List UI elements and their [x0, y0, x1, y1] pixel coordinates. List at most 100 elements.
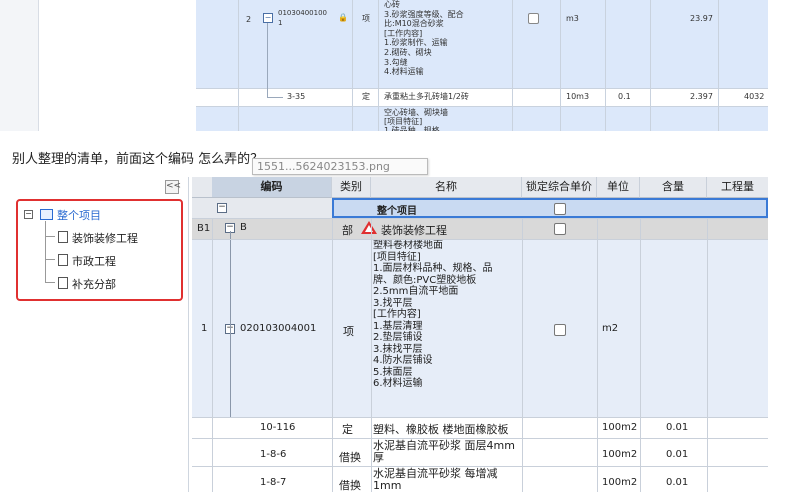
sub-name: 塑料、橡胶板 楼地面橡胶板	[373, 423, 509, 436]
tree-connector	[45, 221, 46, 283]
section-name: 装饰装修工程	[381, 224, 447, 237]
header-code[interactable]: 编码	[212, 177, 332, 198]
grid-line	[192, 239, 768, 240]
project-tree-panel: << − 整个项目 装饰装修工程 市政工程 补充分部	[0, 177, 189, 492]
page-icon	[58, 254, 68, 266]
tree-item-supplement[interactable]: 补充分部	[58, 276, 116, 292]
grid-line	[212, 218, 213, 492]
item-unit: m2	[602, 323, 619, 334]
total-row-name: 整个项目	[377, 206, 417, 217]
tree-toggle-icon[interactable]: −	[24, 210, 33, 219]
collapse-panel-button[interactable]: <<	[165, 180, 181, 194]
tree-connector	[45, 282, 55, 283]
row-number: 1	[201, 323, 208, 334]
tree-item-label: 市政工程	[72, 255, 116, 268]
tree-item-label: 整个项目	[57, 209, 101, 222]
tree-connector	[267, 97, 283, 98]
sub-code: 1-8-6	[260, 449, 287, 460]
project-icon	[40, 209, 53, 220]
top-col-divider	[560, 0, 561, 131]
lock-price-checkbox[interactable]	[554, 223, 566, 235]
top-col-divider	[378, 0, 379, 131]
item-quantity: 23.97	[690, 14, 713, 23]
lock-price-checkbox[interactable]	[554, 324, 566, 336]
warning-icon	[361, 221, 377, 234]
section-type: 部	[342, 224, 353, 237]
grid-line	[371, 218, 372, 492]
item-unit: m3	[566, 14, 579, 23]
sub-type: 借换	[339, 479, 361, 492]
section-row[interactable]	[192, 218, 768, 239]
tree-item-decoration[interactable]: 装饰装修工程	[58, 230, 138, 246]
bill-grid: 编码 类别 名称 锁定综合单价 单位 含量 工程量 − 整个项目 B1 − B …	[192, 177, 768, 492]
header-content[interactable]: 含量	[640, 177, 707, 198]
grid-line	[192, 218, 768, 219]
sub-content: 0.1	[618, 92, 631, 101]
sub-code: 10-116	[260, 422, 296, 433]
top-col-divider	[238, 0, 239, 131]
page-icon	[58, 231, 68, 243]
grid-line	[192, 417, 768, 418]
header-lock-price[interactable]: 锁定综合单价	[522, 177, 597, 198]
sub-extra: 4032	[744, 92, 765, 101]
sub-content: 0.01	[666, 477, 689, 488]
lock-icon: 🔒	[338, 13, 348, 22]
sub-unit: 100m2	[602, 449, 638, 460]
grid-line	[707, 218, 708, 492]
item-description: 塑料卷材楼地面 [项目特征] 1.面层材料品种、规格、品 牌、颜色:PVC塑胶地…	[373, 240, 493, 389]
top-screenshot: 2 − 01030400100 1 🔒 项 心砖 3.砂浆强度等级、配合 比:M…	[0, 0, 768, 131]
sub-quantity: 2.397	[690, 92, 713, 101]
tree-item-label: 装饰装修工程	[72, 232, 138, 245]
header-unit[interactable]: 单位	[597, 177, 640, 198]
item-code: 01030400100 1	[278, 9, 327, 27]
tree-item-root[interactable]: 整个项目	[40, 207, 101, 223]
top-left-panel	[0, 0, 39, 131]
header-type[interactable]: 类别	[332, 177, 371, 198]
sub-unit: 10m3	[566, 92, 590, 101]
total-row-toggle[interactable]: −	[217, 203, 227, 213]
lock-price-checkbox[interactable]	[554, 203, 566, 215]
tree-item-label: 补充分部	[72, 278, 116, 291]
filename-tooltip: 1551...5624023153.png	[252, 158, 428, 175]
item-type: 项	[362, 14, 370, 23]
header-corner	[192, 177, 213, 198]
tree-item-municipal[interactable]: 市政工程	[58, 253, 116, 269]
lock-price-checkbox[interactable]	[528, 13, 539, 24]
sub-unit: 100m2	[602, 422, 638, 433]
item-code: 020103004001	[240, 323, 317, 334]
next-description: 空心砖墙、砌块墙 [项目特征] 1.砖品种、规格...	[384, 108, 448, 131]
sub-content: 0.01	[666, 449, 689, 460]
sub-code: 3-35	[287, 92, 306, 101]
top-col-divider	[605, 0, 606, 131]
grid-line	[640, 218, 641, 492]
total-row-left	[192, 198, 332, 218]
item-description: 心砖 3.砂浆强度等级、配合 比:M10混合砂浆 [工作内容] 1.砂浆制作、运…	[384, 0, 464, 77]
top-col-divider	[512, 0, 513, 131]
grid-line	[192, 438, 768, 439]
grid-line	[192, 466, 768, 467]
top-col-divider	[650, 0, 651, 131]
item-type: 项	[343, 325, 354, 338]
grid-line	[332, 218, 333, 492]
sub-code: 1-8-7	[260, 477, 287, 488]
row-number: 2	[246, 15, 252, 24]
sub-unit: 100m2	[602, 477, 638, 488]
sub-name: 水泥基自流平砂浆 面层4mm 厚	[373, 439, 515, 464]
grid-line	[597, 218, 598, 492]
top-col-divider	[352, 0, 353, 131]
header-name[interactable]: 名称	[371, 177, 522, 198]
tree-connector	[267, 23, 268, 97]
sub-name: 水泥基自流平砂浆 每增减 1mm	[373, 467, 498, 492]
top-col-divider	[718, 0, 719, 131]
header-quantity[interactable]: 工程量	[707, 177, 768, 198]
sub-content: 0.01	[666, 422, 689, 433]
top-next-row	[196, 106, 768, 131]
bottom-screenshot: << − 整个项目 装饰装修工程 市政工程 补充分部 编码 类别 名称 锁定综合…	[0, 177, 768, 492]
row-number: B1	[197, 223, 211, 234]
question-caption: 别人整理的清单，前面这个编码 怎么弄的？	[12, 152, 264, 167]
tree-connector	[45, 236, 55, 237]
collapse-toggle[interactable]: −	[263, 13, 273, 23]
sub-type: 定	[362, 92, 370, 101]
sub-name: 承重粘土多孔砖墙1/2砖	[384, 92, 469, 101]
section-code: B	[240, 222, 247, 233]
